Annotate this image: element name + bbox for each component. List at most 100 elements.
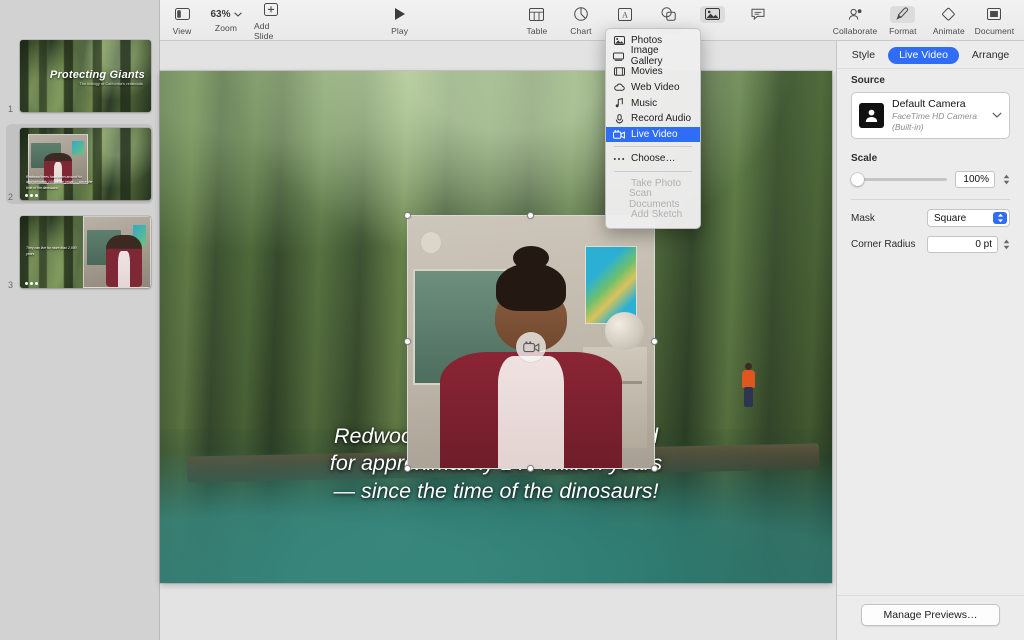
inspector-tabs[interactable]: Style Live Video Arrange [837, 41, 1024, 67]
manage-previews-button[interactable]: Manage Previews… [861, 604, 1001, 626]
movies-icon [613, 67, 625, 76]
music-note-icon [613, 98, 625, 108]
slide-canvas[interactable]: Redwood trees have been around for appro… [160, 41, 836, 640]
tab-live-video[interactable]: Live Video [888, 47, 959, 64]
tab-divider [837, 68, 1024, 69]
menu-label: Record Audio [631, 113, 691, 124]
slide-navigator[interactable]: 1 Protecting Giants The biology of Calif… [0, 0, 160, 640]
play-triangle-icon [393, 6, 406, 23]
caption-line-3: — since the time of the dinosaurs! [190, 478, 802, 505]
hiker-figure [740, 363, 758, 409]
add-slide-label: Add Slide [254, 21, 287, 41]
thumbnail-subtitle-1: The biology of California's redwoods [79, 82, 143, 86]
scale-stepper[interactable] [1003, 174, 1010, 185]
zoom-value: 63% [210, 9, 230, 20]
add-slide-button[interactable]: Add Slide [248, 0, 293, 42]
manage-divider [837, 595, 1024, 596]
ellipsis-icon [613, 157, 625, 161]
resize-handle-bottom-right[interactable] [651, 465, 658, 472]
table-label: Table [527, 26, 548, 36]
animate-button[interactable]: Animate [927, 4, 971, 37]
zoom-value-row[interactable]: 63% [210, 9, 241, 20]
comment-button[interactable]: Comment [735, 4, 780, 37]
live-video-object[interactable] [408, 216, 654, 468]
mask-popup-button[interactable]: Square [927, 209, 1010, 227]
scale-control-row[interactable]: 100% [851, 171, 1010, 188]
menu-label: Movies [631, 66, 663, 77]
menu-item-choose[interactable]: Choose… [606, 151, 700, 167]
thumbnail-video-object [83, 216, 151, 288]
up-down-chevrons-icon [993, 212, 1007, 224]
chevron-down-icon [234, 12, 242, 17]
play-label: Play [391, 26, 408, 36]
tab-style[interactable]: Style [841, 47, 886, 64]
tab-arrange[interactable]: Arrange [961, 47, 1020, 64]
menu-separator [614, 146, 692, 147]
format-label: Format [889, 26, 917, 36]
corner-radius-field[interactable]: 0 pt [927, 236, 998, 253]
chart-label: Chart [570, 26, 591, 36]
menu-label: Music [631, 98, 657, 109]
menu-item-scan-documents: Scan Documents [606, 191, 700, 207]
mask-label: Mask [851, 213, 927, 224]
collaborate-button[interactable]: Collaborate [829, 4, 881, 37]
presenter-figure [440, 282, 622, 468]
slide-thumbnail-1[interactable]: 1 Protecting Giants The biology of Calif… [6, 36, 153, 116]
keynote-window: 1 Protecting Giants The biology of Calif… [0, 0, 1024, 640]
thumbnail-image-3: They can live for more than 2,000 years [20, 216, 151, 288]
corner-radius-stepper[interactable] [1003, 239, 1010, 250]
thumbnail-caption-2: Redwood trees have been around for appro… [26, 175, 99, 191]
chevron-down-icon[interactable] [992, 110, 1002, 121]
menu-item-live-video[interactable]: Live Video [606, 127, 700, 143]
format-button[interactable]: Format [881, 4, 925, 37]
slide-thumbnail-2[interactable]: 2 Redwood trees have been around for app… [6, 124, 153, 204]
menu-label: Live Video [631, 129, 678, 140]
wall-map-shape [72, 141, 84, 156]
slide-editor-stage[interactable]: Redwood trees have been around for appro… [160, 71, 832, 583]
menu-item-record-audio[interactable]: Record Audio [606, 111, 700, 127]
document-button[interactable]: Document [971, 4, 1018, 37]
photos-icon [613, 36, 625, 45]
resize-handle-top-left[interactable] [404, 212, 411, 219]
zoom-control[interactable]: 63% Zoom [204, 7, 248, 34]
video-camera-icon [516, 332, 546, 362]
camera-detail: FaceTime HD Camera (Built-in) [892, 111, 984, 133]
corner-radius-row[interactable]: Corner Radius 0 pt [851, 236, 1010, 253]
scale-slider[interactable] [851, 173, 947, 187]
pie-chart-icon [574, 6, 588, 23]
view-label: View [173, 26, 192, 36]
resize-handle-bottom-center[interactable] [527, 465, 534, 472]
thumbnail-image-2: Redwood trees have been around for appro… [20, 128, 151, 200]
microphone-icon [613, 114, 625, 124]
resize-handle-middle-right[interactable] [651, 338, 658, 345]
slide-number-2: 2 [8, 193, 13, 202]
camera-source-selector[interactable]: Default Camera FaceTime HD Camera (Built… [851, 92, 1010, 139]
media-dropdown-menu[interactable]: Photos Image Gallery Movies Web Video Mu [605, 28, 701, 229]
resize-handle-top-center[interactable] [527, 212, 534, 219]
build-order-dots [25, 194, 38, 197]
menu-label: Image Gallery [631, 45, 692, 67]
paintbrush-icon [890, 6, 915, 23]
menu-item-music[interactable]: Music [606, 95, 700, 111]
speech-bubble-icon [751, 6, 765, 23]
menu-label: Add Sketch [631, 209, 682, 220]
menu-item-image-gallery[interactable]: Image Gallery [606, 49, 700, 65]
slide-thumbnail-3[interactable]: 3 They can live for more than 2,000 year… [6, 212, 153, 292]
svg-text:A: A [622, 10, 628, 19]
scale-value-field[interactable]: 100% [955, 171, 995, 188]
resize-handle-middle-left[interactable] [404, 338, 411, 345]
table-button[interactable]: Table [515, 4, 559, 37]
person-icon [859, 103, 884, 128]
mask-value: Square [934, 213, 966, 224]
menu-item-web-video[interactable]: Web Video [606, 80, 700, 96]
web-video-icon [613, 83, 625, 92]
corner-radius-label: Corner Radius [851, 239, 927, 250]
play-button[interactable]: Play [378, 4, 422, 37]
live-video-icon [613, 130, 625, 139]
slide-number-3: 3 [8, 281, 13, 290]
resize-handle-bottom-left[interactable] [404, 465, 411, 472]
chart-button[interactable]: Chart [559, 4, 603, 37]
view-button[interactable]: View [160, 4, 204, 37]
zoom-label: Zoom [215, 23, 237, 33]
mask-row[interactable]: Mask Square [851, 209, 1010, 227]
